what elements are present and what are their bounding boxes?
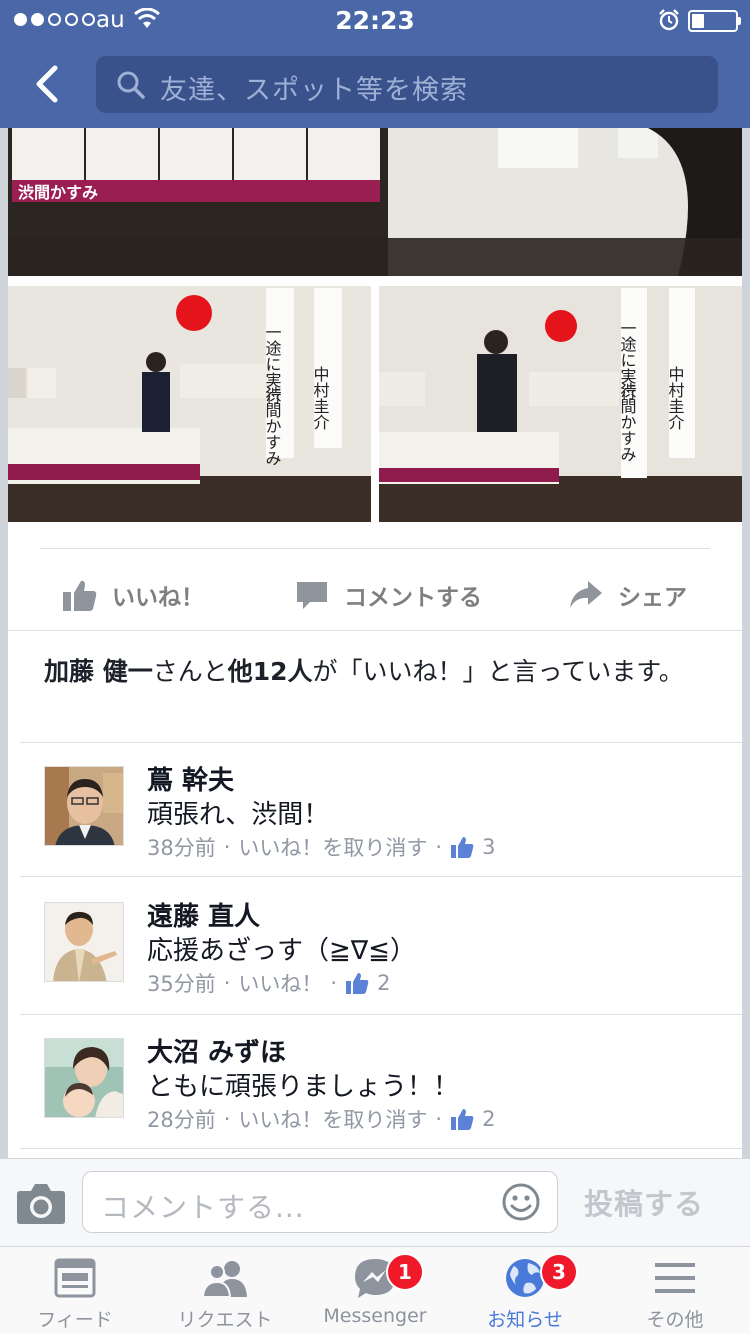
tab-notifications[interactable]: 3 お知らせ xyxy=(450,1247,600,1334)
comment-meta: 28分前 · いいね！を取り消す · 2 xyxy=(147,1104,495,1134)
app-header: au 22:23 友達、スポット等を検索 xyxy=(0,0,750,128)
share-icon xyxy=(570,581,602,608)
feed-icon xyxy=(54,1258,96,1298)
comment-item: 蔦 幹夫 頑張れ、渋間！ 38分前 · いいね！を取り消す · 3 xyxy=(8,742,742,876)
comment-item: 遠藤 直人 応援あざっす（≧∇≦） 35分前 · いいね！ · 2 xyxy=(8,878,742,1012)
status-bar: au 22:23 xyxy=(0,0,750,40)
comment-like-button[interactable]: いいね！ xyxy=(238,968,322,998)
share-label: シェア xyxy=(618,585,687,611)
emoji-icon[interactable] xyxy=(501,1182,541,1222)
share-button[interactable]: シェア xyxy=(568,560,687,630)
separator: · xyxy=(330,971,338,995)
post-photo-right[interactable]: 一途に実行 渋間かすみ 中村圭介 xyxy=(379,286,742,522)
divider xyxy=(8,630,742,631)
comment-time: 38分前 xyxy=(147,836,216,860)
likes-summary[interactable]: 加藤 健一さんと他12人が「いいね！」と言っています。 xyxy=(44,656,714,687)
notification-badge: 1 xyxy=(386,1253,424,1291)
bottom-tab-bar: フィード リクエスト 1 Messenger 3 お知らせ その他 xyxy=(0,1246,750,1334)
comment-like-count[interactable]: 3 xyxy=(482,835,495,859)
search-input[interactable]: 友達、スポット等を検索 xyxy=(96,56,718,113)
tab-messenger[interactable]: 1 Messenger xyxy=(300,1247,450,1334)
camera-icon[interactable] xyxy=(16,1181,66,1225)
tab-label: Messenger xyxy=(323,1305,427,1327)
chevron-left-icon xyxy=(36,65,58,103)
like-count-icon xyxy=(451,1109,474,1130)
comment-placeholder: コメントする... xyxy=(101,1191,305,1224)
like-count-icon xyxy=(346,973,369,994)
post-button[interactable]: 投稿する xyxy=(584,1181,704,1223)
friend-requests-icon xyxy=(202,1261,247,1298)
comment-like-button[interactable]: いいね！を取り消す xyxy=(238,1104,427,1134)
comment-input[interactable]: コメントする... xyxy=(82,1171,558,1233)
commenter-name[interactable]: 遠藤 直人 xyxy=(147,896,260,933)
banner-text-2: 渋間かすみ xyxy=(618,382,637,462)
separator: · xyxy=(435,1107,443,1131)
like-label: いいね！ xyxy=(112,585,204,611)
post-actions: いいね！ コメントする シェア xyxy=(8,560,742,630)
commenter-name[interactable]: 大沼 みずほ xyxy=(147,1032,286,1069)
comment-label: コメントする xyxy=(344,585,482,611)
likes-text: が「いいね！」と言っています。 xyxy=(312,657,684,686)
post-card: 渋間かすみ 一途に実行 渋間かすみ 中村圭介 一途に実行 渋間かすみ 中村圭介 … xyxy=(8,128,742,1158)
back-button[interactable] xyxy=(22,56,70,112)
search-placeholder: 友達、スポット等を検索 xyxy=(160,75,468,106)
comment-text: 応援あざっす（≧∇≦） xyxy=(147,936,416,966)
post-photo-left[interactable]: 一途に実行 渋間かすみ 中村圭介 xyxy=(8,286,371,522)
divider xyxy=(40,548,710,549)
avatar[interactable] xyxy=(44,1038,124,1118)
likes-text: さんと xyxy=(152,657,228,686)
battery-icon xyxy=(688,10,738,32)
avatar[interactable] xyxy=(44,766,124,846)
banner-text-2: 渋間かすみ xyxy=(263,386,282,466)
comment-like-button[interactable]: いいね！を取り消す xyxy=(238,832,427,862)
tab-requests[interactable]: リクエスト xyxy=(150,1247,300,1334)
banner-text-3: 中村圭介 xyxy=(311,366,330,430)
alarm-icon xyxy=(659,9,679,31)
comment-button[interactable]: コメントする xyxy=(294,560,482,630)
comment-text: ともに頑張りましょう！！ xyxy=(147,1072,460,1102)
tab-feed[interactable]: フィード xyxy=(0,1247,150,1334)
like-count-icon xyxy=(451,837,474,858)
separator: · xyxy=(435,835,443,859)
search-icon xyxy=(117,71,145,99)
menu-icon xyxy=(655,1263,695,1293)
commenter-name[interactable]: 蔦 幹夫 xyxy=(147,760,234,797)
comment-icon xyxy=(297,582,327,609)
others-count[interactable]: 他12人 xyxy=(228,657,313,686)
comment-item: 大沼 みずほ ともに頑張りましょう！！ 28分前 · いいね！を取り消す · 2 xyxy=(8,1014,742,1148)
separator: · xyxy=(223,1107,231,1131)
comment-meta: 35分前 · いいね！ · 2 xyxy=(147,968,390,998)
separator: · xyxy=(223,971,231,995)
comment-time: 35分前 xyxy=(147,972,216,996)
liker-name[interactable]: 加藤 健一 xyxy=(44,657,153,686)
comment-like-count[interactable]: 2 xyxy=(482,1107,495,1131)
tab-more[interactable]: その他 xyxy=(600,1247,750,1334)
divider xyxy=(20,1148,742,1149)
tab-label: フィード xyxy=(37,1309,113,1331)
separator: · xyxy=(223,835,231,859)
tab-label: その他 xyxy=(646,1309,704,1331)
thumbs-up-icon xyxy=(63,580,97,611)
avatar[interactable] xyxy=(44,902,124,982)
divider xyxy=(20,876,742,877)
poster-name: 渋間かすみ xyxy=(18,183,98,202)
comment-like-count[interactable]: 2 xyxy=(377,971,390,995)
tab-label: お知らせ xyxy=(487,1309,563,1331)
comment-time: 28分前 xyxy=(147,1108,216,1132)
notification-badge: 3 xyxy=(540,1253,578,1291)
comment-composer: コメントする... 投稿する xyxy=(0,1158,750,1246)
post-photo-top[interactable]: 渋間かすみ xyxy=(8,128,742,276)
comment-meta: 38分前 · いいね！を取り消す · 3 xyxy=(147,832,495,862)
comment-text: 頑張れ、渋間！ xyxy=(147,800,330,830)
tab-label: リクエスト xyxy=(177,1309,273,1331)
status-time: 22:23 xyxy=(335,6,415,35)
like-button[interactable]: いいね！ xyxy=(62,560,204,630)
banner-text-3: 中村圭介 xyxy=(666,366,685,430)
